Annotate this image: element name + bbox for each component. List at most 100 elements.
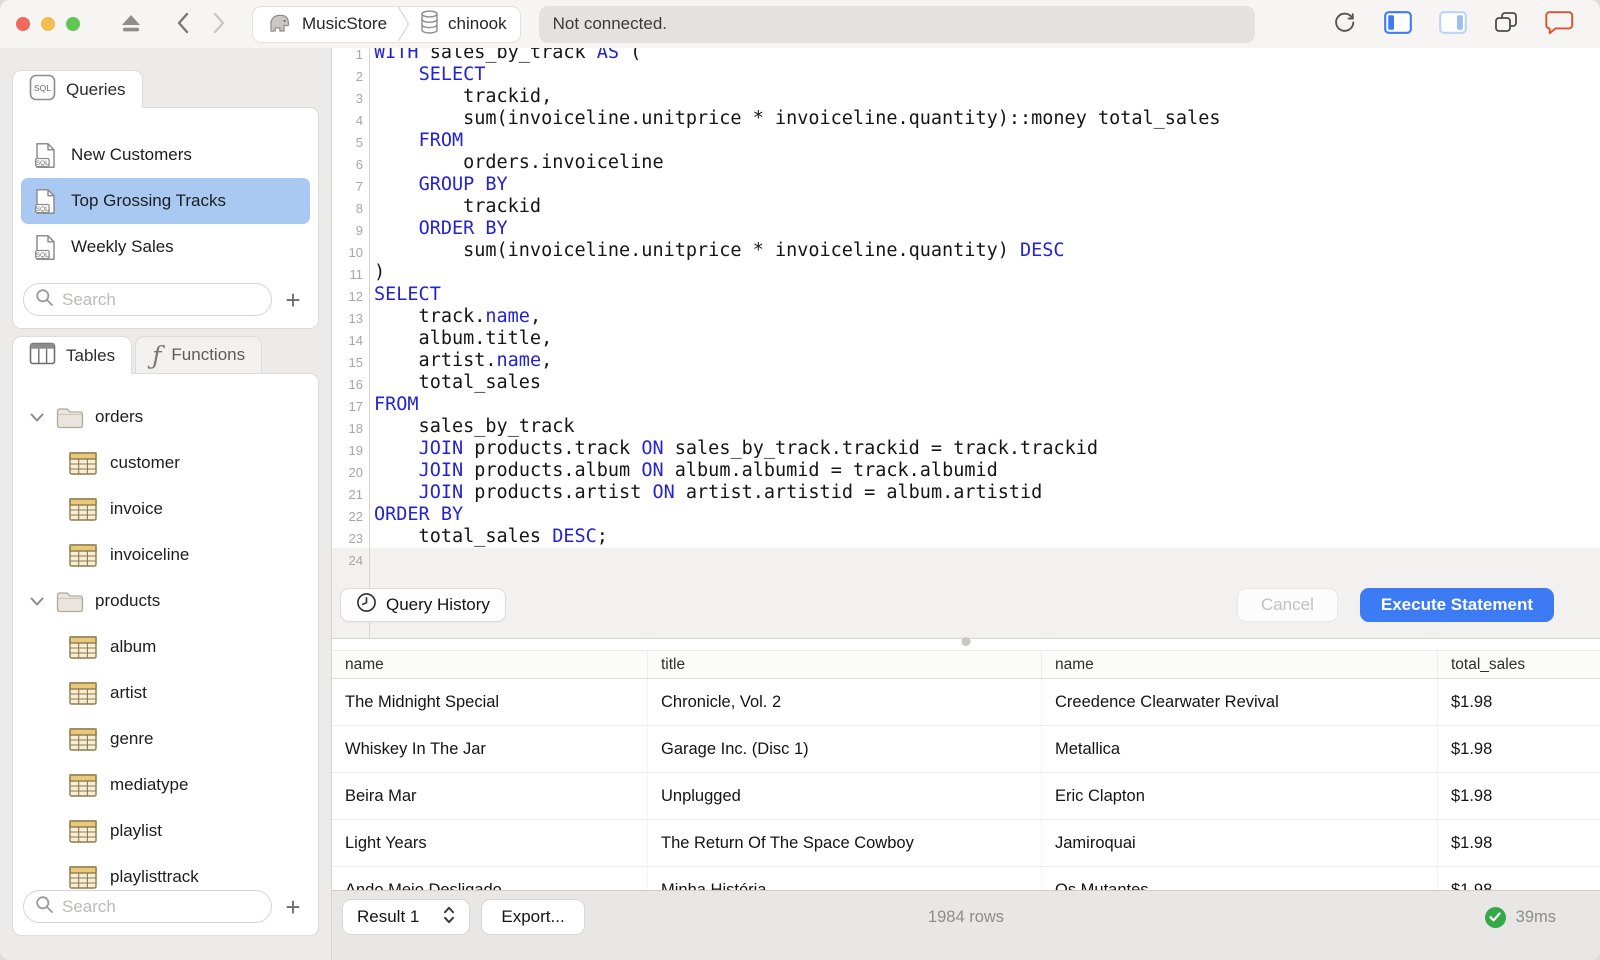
sql-editor[interactable]: 1 WITH sales_by_track AS (2 SELECT 3 track…: [332, 48, 1600, 638]
table-cell[interactable]: Eric Clapton: [1042, 773, 1438, 819]
table-row[interactable]: Light Years The Return Of The Space Cowbo…: [332, 820, 1600, 867]
breadcrumb[interactable]: MusicStore chinook: [252, 5, 521, 43]
table-cell[interactable]: Os Mutantes: [1042, 867, 1438, 890]
table-label: invoice: [110, 499, 163, 518]
queries-search-field[interactable]: [23, 283, 272, 316]
result-selector[interactable]: Result 1: [342, 899, 471, 935]
table-cell[interactable]: Garage Inc. (Disc 1): [648, 726, 1042, 772]
code-line[interactable]: 17 FROM: [332, 394, 1600, 416]
column-header[interactable]: name: [332, 651, 648, 678]
tree-table-item[interactable]: playlist: [21, 808, 310, 854]
toggle-right-sidebar-button[interactable]: [1439, 11, 1467, 37]
table-cell[interactable]: The Midnight Special: [332, 679, 648, 725]
code-line[interactable]: 15 artist.name,: [332, 350, 1600, 372]
code-line[interactable]: 10 sum(invoiceline.unitprice * invoiceli…: [332, 240, 1600, 262]
toggle-left-sidebar-button[interactable]: [1384, 11, 1412, 37]
query-list-item[interactable]: SQL Weekly Sales: [21, 224, 310, 270]
table-row[interactable]: The Midnight Special Chronicle, Vol. 2 Cre…: [332, 679, 1600, 726]
zoom-window-button[interactable]: [66, 17, 80, 31]
table-row[interactable]: Whiskey In The Jar Garage Inc. (Disc 1) Me…: [332, 726, 1600, 773]
execute-statement-button[interactable]: Execute Statement: [1359, 588, 1554, 622]
code-line[interactable]: 9 ORDER BY: [332, 218, 1600, 240]
eject-disconnect-button[interactable]: [120, 13, 142, 36]
code-area[interactable]: 1 WITH sales_by_track AS (2 SELECT 3 track…: [332, 48, 1600, 580]
tree-table-item[interactable]: mediatype: [21, 762, 310, 808]
split-divider[interactable]: [332, 637, 1600, 650]
table-cell[interactable]: Whiskey In The Jar: [332, 726, 648, 772]
code-line[interactable]: 18 sales_by_track: [332, 416, 1600, 438]
tree-folder-item[interactable]: products: [21, 578, 310, 624]
column-header[interactable]: title: [648, 651, 1042, 678]
code-line[interactable]: 23 total_sales DESC;: [332, 526, 1600, 548]
code-line[interactable]: 4 sum(invoiceline.unitprice * invoicelin…: [332, 108, 1600, 130]
query-list-item[interactable]: SQL Top Grossing Tracks: [21, 178, 310, 224]
table-cell[interactable]: Metallica: [1042, 726, 1438, 772]
column-header[interactable]: name: [1042, 651, 1438, 678]
table-cell[interactable]: The Return Of The Space Cowboy: [648, 820, 1042, 866]
tab-queries[interactable]: SQL Queries: [12, 70, 143, 108]
tables-search-field[interactable]: [23, 890, 272, 923]
code-line[interactable]: 12 SELECT: [332, 284, 1600, 306]
table-cell[interactable]: Creedence Clearwater Revival: [1042, 679, 1438, 725]
export-button[interactable]: Export...: [481, 899, 585, 935]
table-cell[interactable]: $1.98: [1438, 726, 1600, 772]
code-line[interactable]: 2 SELECT: [332, 64, 1600, 86]
add-query-button[interactable]: +: [278, 287, 308, 313]
table-cell[interactable]: Beira Mar: [332, 773, 648, 819]
close-window-button[interactable]: [16, 17, 30, 31]
table-cell[interactable]: Light Years: [332, 820, 648, 866]
code-line[interactable]: 20 JOIN products.album ON album.albumid …: [332, 460, 1600, 482]
code-line[interactable]: 3 trackid,: [332, 86, 1600, 108]
tree-table-item[interactable]: artist: [21, 670, 310, 716]
code-line[interactable]: 22 ORDER BY: [332, 504, 1600, 526]
code-line[interactable]: 7 GROUP BY: [332, 174, 1600, 196]
tree-table-item[interactable]: invoice: [21, 486, 310, 532]
back-button[interactable]: [176, 12, 190, 37]
query-list-item[interactable]: SQL New Customers: [21, 132, 310, 178]
minimize-window-button[interactable]: [41, 17, 55, 31]
feedback-button[interactable]: [1545, 10, 1574, 38]
code-line[interactable]: 5 FROM: [332, 130, 1600, 152]
divider-handle-icon[interactable]: [961, 637, 971, 646]
tree-folder-item[interactable]: orders: [21, 394, 310, 440]
table-cell[interactable]: Ando Meio Desligado: [332, 867, 648, 890]
table-cell[interactable]: Minha História: [648, 867, 1042, 890]
refresh-button[interactable]: [1332, 10, 1357, 38]
chevron-down-icon[interactable]: [29, 413, 45, 422]
tree-table-item[interactable]: customer: [21, 440, 310, 486]
table-cell[interactable]: $1.98: [1438, 867, 1600, 891]
table-cell[interactable]: Jamiroquai: [1042, 820, 1438, 866]
cancel-button[interactable]: Cancel: [1236, 588, 1338, 622]
tab-tables[interactable]: Tables: [12, 336, 133, 374]
tree-table-item[interactable]: genre: [21, 716, 310, 762]
add-table-button[interactable]: +: [278, 894, 308, 920]
code-line[interactable]: 24: [332, 548, 1600, 570]
code-line[interactable]: 16 total_sales: [332, 372, 1600, 394]
table-row[interactable]: Beira Mar Unplugged Eric Clapton $1.98: [332, 773, 1600, 820]
code-line[interactable]: 11): [332, 262, 1600, 284]
windows-button[interactable]: [1494, 11, 1518, 37]
table-cell[interactable]: $1.98: [1438, 820, 1600, 866]
table-cell[interactable]: Chronicle, Vol. 2: [648, 679, 1042, 725]
code-line[interactable]: 1 WITH sales_by_track AS (: [332, 48, 1600, 64]
code-line[interactable]: 8 trackid: [332, 196, 1600, 218]
queries-search-input[interactable]: [62, 289, 260, 310]
tree-table-item[interactable]: album: [21, 624, 310, 670]
code-line[interactable]: 21 JOIN products.artist ON artist.artist…: [332, 482, 1600, 504]
table-cell[interactable]: Unplugged: [648, 773, 1042, 819]
column-header[interactable]: total_sales: [1438, 651, 1600, 678]
code-line[interactable]: 19 JOIN products.track ON sales_by_track…: [332, 438, 1600, 460]
code-line[interactable]: 6 orders.invoiceline: [332, 152, 1600, 174]
code-line[interactable]: 13 track.name,: [332, 306, 1600, 328]
table-row[interactable]: Ando Meio Desligado Minha História Os Muta…: [332, 867, 1600, 890]
tree-table-item[interactable]: playlisttrack: [21, 854, 310, 890]
table-cell[interactable]: $1.98: [1438, 679, 1600, 725]
query-history-button[interactable]: Query History: [340, 588, 506, 622]
tab-functions[interactable]: ƒ Functions: [135, 336, 263, 374]
tables-search-input[interactable]: [62, 896, 260, 917]
table-cell[interactable]: $1.98: [1438, 773, 1600, 819]
chevron-down-icon[interactable]: [29, 597, 45, 606]
forward-button[interactable]: [212, 12, 226, 37]
code-line[interactable]: 14 album.title,: [332, 328, 1600, 350]
tree-table-item[interactable]: invoiceline: [21, 532, 310, 578]
